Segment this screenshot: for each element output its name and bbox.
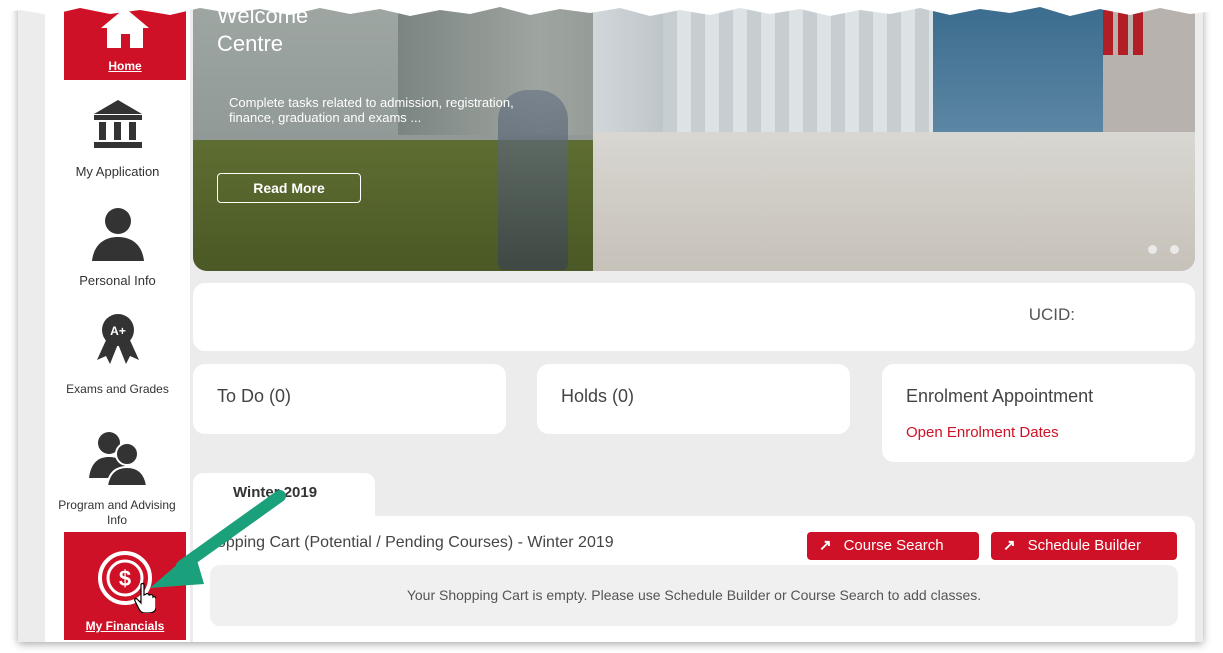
open-enrolment-dates-link[interactable]: Open Enrolment Dates (906, 424, 1059, 441)
schedule-builder-button[interactable]: ↗ Schedule Builder (991, 532, 1177, 560)
read-more-button[interactable]: Read More (217, 173, 361, 203)
student-info-card: UCID: (193, 283, 1195, 351)
external-link-icon: ↗ (1003, 537, 1016, 554)
sidebar-item-label: Exams and Grades (66, 382, 169, 396)
institution-icon (93, 100, 142, 148)
carousel-dot[interactable] (1147, 245, 1157, 254)
hero-banner: Welcome Centre Complete tasks related to… (193, 0, 1195, 271)
hand-cursor-icon (134, 583, 156, 613)
sidebar-item-exams-grades[interactable]: A+ Exams and Grades (45, 312, 190, 397)
enrolment-card: Enrolment Appointment Open Enrolment Dat… (882, 364, 1195, 462)
holds-title: Holds (0) (561, 386, 635, 406)
carousel-dots (1139, 241, 1179, 259)
enrolment-title: Enrolment Appointment (906, 386, 1094, 406)
holds-card[interactable]: Holds (0) (537, 364, 850, 434)
award-ribbon-icon: A+ (96, 314, 139, 364)
todo-title: To Do (0) (217, 386, 292, 406)
ucid-label: UCID: (1028, 305, 1075, 324)
sidebar-item-my-application[interactable]: My Application (45, 98, 190, 179)
empty-cart-message: Your Shopping Cart is empty. Please use … (210, 565, 1178, 626)
sidebar-item-label: Home (108, 59, 142, 73)
todo-card[interactable]: To Do (0) (193, 364, 506, 434)
person-icon (91, 208, 144, 261)
banner-text: Complete tasks related to admission, reg… (229, 95, 514, 125)
sidebar-item-label: Personal Info (79, 273, 156, 288)
external-link-icon: ↗ (819, 537, 832, 554)
sidebar-item-label: My Financials (85, 619, 165, 633)
course-search-button[interactable]: ↗ Course Search (807, 532, 979, 560)
carousel-dot[interactable] (1170, 245, 1179, 254)
shopping-cart-panel: opping Cart (Potential / Pending Courses… (193, 516, 1195, 642)
sidebar-item-personal-info[interactable]: Personal Info (45, 205, 190, 288)
torn-edge-decoration (0, 0, 1223, 16)
sidebar-item-label: My Application (75, 164, 160, 179)
ribbon-text: A+ (110, 324, 126, 338)
people-icon (88, 432, 148, 486)
